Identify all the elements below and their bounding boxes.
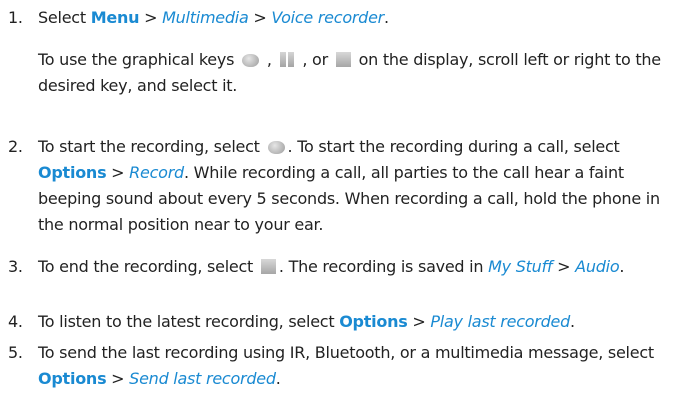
my-stuff-link[interactable]: My Stuff bbox=[488, 257, 552, 276]
step-number: 3. bbox=[8, 257, 23, 276]
step-number: 2. bbox=[8, 137, 23, 156]
step-text: To end the recording, select . The recor… bbox=[38, 254, 670, 280]
step-text-segment: . The recording is saved in bbox=[278, 257, 489, 276]
note-text-segment: , bbox=[262, 50, 277, 69]
step-5: 5. To send the last recording using IR, … bbox=[8, 340, 670, 392]
multimedia-link[interactable]: Multimedia bbox=[162, 8, 249, 27]
play-last-recorded-link[interactable]: Play last recorded bbox=[430, 312, 570, 331]
step-number: 1. bbox=[8, 8, 23, 27]
step-1: 1. Select Menu > Multimedia > Voice reco… bbox=[8, 5, 670, 31]
path-separator: > bbox=[106, 163, 130, 182]
step-text: Select Menu > Multimedia > Voice recorde… bbox=[38, 5, 670, 31]
step-text-segment: . bbox=[570, 312, 575, 331]
path-separator: > bbox=[106, 369, 130, 388]
step-text-segment: To listen to the latest recording, selec… bbox=[38, 312, 340, 331]
pause-icon bbox=[279, 52, 295, 67]
path-separator: > bbox=[552, 257, 576, 276]
step-text-segment: . bbox=[275, 369, 281, 388]
step-text-segment: To send the last recording using IR, Blu… bbox=[38, 343, 654, 362]
step-text: To listen to the latest recording, selec… bbox=[38, 309, 670, 335]
step-number: 4. bbox=[8, 312, 23, 331]
path-separator: > bbox=[407, 312, 431, 331]
step-2: 2. To start the recording, select . To s… bbox=[8, 134, 670, 238]
path-separator: > bbox=[248, 8, 272, 27]
step-text-segment: . bbox=[384, 8, 389, 27]
record-link[interactable]: Record bbox=[129, 163, 184, 182]
stop-icon bbox=[335, 52, 351, 67]
step-4: 4. To listen to the latest recording, se… bbox=[8, 309, 670, 335]
step-text-segment: To start the recording, select bbox=[38, 137, 265, 156]
record-icon bbox=[242, 54, 260, 67]
path-separator: > bbox=[139, 8, 163, 27]
note-text-segment: , or bbox=[297, 50, 333, 69]
audio-link[interactable]: Audio bbox=[575, 257, 619, 276]
record-icon bbox=[267, 141, 285, 154]
stop-icon bbox=[260, 259, 276, 274]
step-text-segment: To end the recording, select bbox=[38, 257, 258, 276]
step-number: 5. bbox=[8, 343, 23, 362]
send-last-recorded-link[interactable]: Send last recorded bbox=[129, 369, 276, 388]
step-text: To start the recording, select . To star… bbox=[38, 134, 670, 238]
options-link[interactable]: Options bbox=[339, 312, 408, 331]
note-text: To use the graphical keys , , or on the … bbox=[38, 47, 670, 99]
note-text-segment: To use the graphical keys bbox=[38, 50, 240, 69]
step-text-segment: . To start the recording during a call, … bbox=[287, 137, 620, 156]
step-text: To send the last recording using IR, Blu… bbox=[38, 340, 670, 392]
step-text-segment: . bbox=[619, 257, 625, 276]
step-text-segment: Select bbox=[38, 8, 91, 27]
step-1-note: To use the graphical keys , , or on the … bbox=[8, 47, 670, 99]
options-link[interactable]: Options bbox=[38, 369, 107, 388]
voice-recorder-link[interactable]: Voice recorder bbox=[271, 8, 384, 27]
step-3: 3. To end the recording, select . The re… bbox=[8, 254, 670, 280]
menu-link[interactable]: Menu bbox=[91, 8, 140, 27]
options-link[interactable]: Options bbox=[38, 163, 107, 182]
